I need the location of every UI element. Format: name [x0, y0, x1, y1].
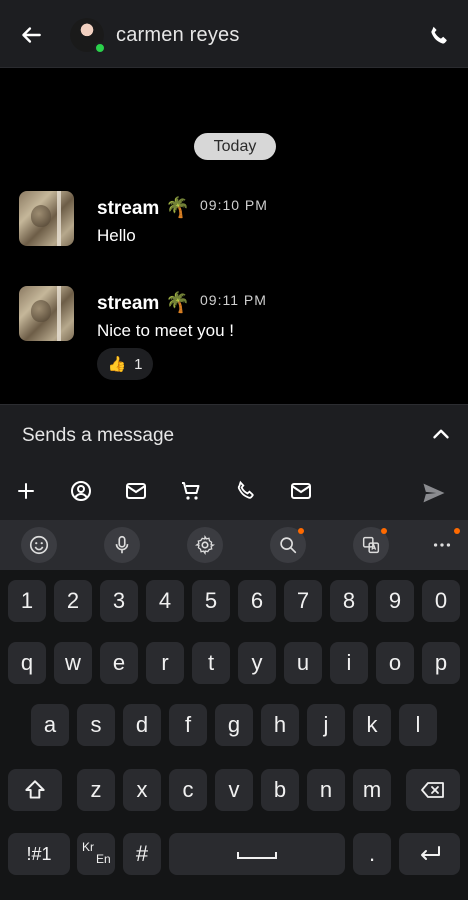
message-sender[interactable]: stream 🌴 [97, 195, 190, 220]
key-f[interactable]: f [169, 704, 207, 746]
online-status-indicator [94, 42, 106, 54]
contact-icon[interactable] [69, 479, 93, 503]
key-m[interactable]: m [353, 769, 391, 811]
backspace-icon [421, 782, 444, 798]
emoji-icon[interactable] [21, 527, 57, 563]
mail-icon[interactable] [289, 479, 313, 503]
lang-secondary: En [96, 852, 111, 866]
on-screen-keyboard: 1 2 3 4 5 6 7 8 9 0 q w e r t y u i o p … [0, 570, 468, 900]
cart-icon[interactable] [179, 479, 203, 503]
key-g[interactable]: g [215, 704, 253, 746]
sender-name: stream [97, 293, 160, 314]
chat-screen: carmen reyes Today stream 🌴 09:10 PM Hell… [0, 0, 468, 900]
key-a[interactable]: a [31, 704, 69, 746]
language-switch-key[interactable]: Kr En [77, 833, 115, 875]
key-l[interactable]: l [399, 704, 437, 746]
key-4[interactable]: 4 [146, 580, 184, 622]
period-key[interactable]: . [353, 833, 391, 875]
more-icon[interactable] [424, 527, 460, 563]
key-o[interactable]: o [376, 642, 414, 684]
back-arrow-icon[interactable] [18, 22, 44, 48]
mail-icon[interactable] [124, 479, 148, 503]
key-c[interactable]: c [169, 769, 207, 811]
key-r[interactable]: r [146, 642, 184, 684]
date-separator: Today [194, 133, 276, 160]
contact-avatar[interactable] [70, 18, 106, 54]
key-d[interactable]: d [123, 704, 161, 746]
enter-icon [420, 846, 440, 860]
key-i[interactable]: i [330, 642, 368, 684]
message-input[interactable]: Sends a message [22, 425, 174, 447]
notification-dot [454, 528, 460, 534]
key-3[interactable]: 3 [100, 580, 138, 622]
shift-icon [25, 780, 45, 799]
contact-name[interactable]: carmen reyes [116, 24, 240, 47]
notification-dot [298, 528, 304, 534]
shift-key[interactable] [8, 769, 62, 811]
reaction-badge[interactable]: 👍 1 [97, 348, 153, 380]
key-1[interactable]: 1 [8, 580, 46, 622]
message-list[interactable]: Today stream 🌴 09:10 PM Hello stream 🌴 09:… [0, 69, 468, 404]
composer-toolbar [0, 479, 468, 509]
palm-tree-emoji: 🌴 [165, 197, 191, 219]
key-u[interactable]: u [284, 642, 322, 684]
key-0[interactable]: 0 [422, 580, 460, 622]
enter-key[interactable] [399, 833, 460, 875]
chevron-up-icon[interactable] [428, 421, 454, 447]
mic-icon[interactable] [104, 527, 140, 563]
message-composer: Sends a message [0, 404, 468, 520]
hash-key[interactable]: # [123, 833, 161, 875]
key-n[interactable]: n [307, 769, 345, 811]
key-v[interactable]: v [215, 769, 253, 811]
sender-avatar[interactable] [19, 191, 74, 246]
keyboard-toolbar [0, 520, 468, 570]
key-h[interactable]: h [261, 704, 299, 746]
key-b[interactable]: b [261, 769, 299, 811]
settings-icon[interactable] [187, 527, 223, 563]
chat-header: carmen reyes [0, 0, 468, 68]
key-9[interactable]: 9 [376, 580, 414, 622]
key-y[interactable]: y [238, 642, 276, 684]
symbols-key[interactable]: !#1 [8, 833, 70, 875]
message-text: Hello [97, 226, 136, 245]
palm-tree-emoji: 🌴 [165, 292, 191, 314]
key-5[interactable]: 5 [192, 580, 230, 622]
key-e[interactable]: e [100, 642, 138, 684]
key-6[interactable]: 6 [238, 580, 276, 622]
key-q[interactable]: q [8, 642, 46, 684]
message-timestamp: 09:11 PM [200, 292, 267, 308]
sender-name: stream [97, 198, 160, 219]
key-8[interactable]: 8 [330, 580, 368, 622]
key-p[interactable]: p [422, 642, 460, 684]
translate-icon[interactable] [353, 527, 389, 563]
space-key[interactable] [169, 833, 345, 875]
plus-icon[interactable] [14, 479, 38, 503]
space-icon [237, 852, 277, 859]
send-icon[interactable] [420, 479, 448, 507]
notification-dot [381, 528, 387, 534]
key-z[interactable]: z [77, 769, 115, 811]
message-timestamp: 09:10 PM [200, 197, 268, 213]
key-k[interactable]: k [353, 704, 391, 746]
key-t[interactable]: t [192, 642, 230, 684]
message-text: Nice to meet you ! [97, 321, 235, 340]
search-icon[interactable] [270, 527, 306, 563]
sender-avatar[interactable] [19, 286, 74, 341]
key-2[interactable]: 2 [54, 580, 92, 622]
key-7[interactable]: 7 [284, 580, 322, 622]
thumbs-up-emoji: 👍 [107, 356, 127, 373]
key-s[interactable]: s [77, 704, 115, 746]
key-x[interactable]: x [123, 769, 161, 811]
message-sender[interactable]: stream 🌴 [97, 290, 190, 315]
phone-icon[interactable] [234, 479, 258, 503]
key-w[interactable]: w [54, 642, 92, 684]
key-j[interactable]: j [307, 704, 345, 746]
lang-primary: Kr [82, 840, 94, 854]
backspace-key[interactable] [406, 769, 460, 811]
reaction-count: 1 [134, 355, 143, 373]
phone-icon[interactable] [427, 24, 451, 48]
